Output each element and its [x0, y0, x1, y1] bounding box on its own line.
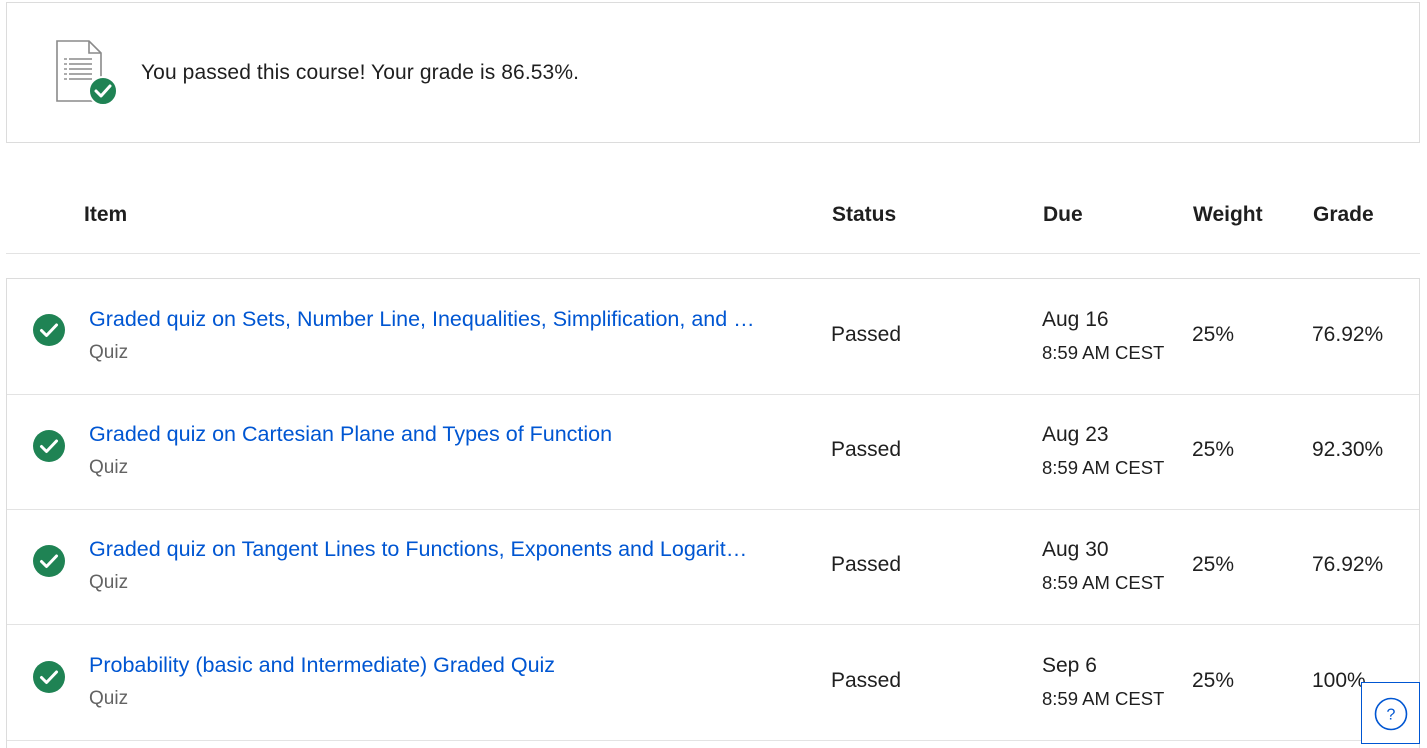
table-row: Graded quiz on Cartesian Plane and Types… — [7, 394, 1419, 510]
grades-table-header: Item Status Due Weight Grade — [6, 176, 1420, 254]
due-date: Aug 23 — [1042, 423, 1109, 446]
item-type: Quiz — [89, 688, 129, 709]
due-time: 8:59 AM CEST — [1042, 342, 1165, 363]
item-status: Passed — [831, 669, 902, 692]
item-type: Quiz — [89, 342, 129, 363]
item-title-link[interactable]: Graded quiz on Cartesian Plane and Types… — [89, 422, 759, 447]
course-pass-banner: You passed this course! Your grade is 86… — [6, 2, 1420, 143]
help-label: ? — [1387, 707, 1396, 724]
check-circle-icon — [33, 661, 65, 693]
due-time: 8:59 AM CEST — [1042, 572, 1165, 593]
due-date: Sep 6 — [1042, 654, 1097, 677]
check-circle-icon — [33, 314, 65, 346]
item-status: Passed — [831, 323, 902, 346]
item-grade: 92.30% — [1312, 438, 1384, 461]
item-weight: 25% — [1192, 323, 1235, 346]
table-row: Graded quiz on Sets, Number Line, Inequa… — [7, 279, 1419, 395]
header-weight: Weight — [1193, 203, 1263, 226]
due-time: 8:59 AM CEST — [1042, 457, 1165, 478]
item-weight: 25% — [1192, 669, 1235, 692]
grades-table-body: Graded quiz on Sets, Number Line, Inequa… — [6, 278, 1420, 748]
item-status: Passed — [831, 438, 902, 461]
item-grade: 100% — [1312, 669, 1366, 692]
item-type: Quiz — [89, 457, 129, 478]
course-grade-message: You passed this course! Your grade is 86… — [141, 61, 580, 84]
due-time: 8:59 AM CEST — [1042, 688, 1165, 709]
item-grade: 76.92% — [1312, 553, 1384, 576]
item-title-link[interactable]: Graded quiz on Sets, Number Line, Inequa… — [89, 307, 759, 332]
header-item: Item — [84, 203, 128, 226]
document-check-icon — [56, 40, 118, 106]
item-weight: 25% — [1192, 553, 1235, 576]
check-circle-icon — [33, 430, 65, 462]
item-title-link[interactable]: Probability (basic and Intermediate) Gra… — [89, 653, 759, 678]
table-row: Graded quiz on Tangent Lines to Function… — [7, 509, 1419, 625]
header-status: Status — [832, 203, 897, 226]
item-weight: 25% — [1192, 438, 1235, 461]
table-row: Probability (basic and Intermediate) Gra… — [7, 625, 1419, 741]
help-button[interactable]: ? — [1361, 682, 1420, 744]
item-title-link[interactable]: Graded quiz on Tangent Lines to Function… — [89, 537, 759, 562]
header-grade: Grade — [1313, 203, 1374, 226]
header-due: Due — [1043, 203, 1083, 226]
help-icon: ? — [1374, 697, 1408, 731]
due-date: Aug 16 — [1042, 308, 1109, 331]
due-date: Aug 30 — [1042, 538, 1109, 561]
item-grade: 76.92% — [1312, 323, 1384, 346]
check-circle-icon — [33, 545, 65, 577]
item-type: Quiz — [89, 572, 129, 593]
item-status: Passed — [831, 553, 902, 576]
